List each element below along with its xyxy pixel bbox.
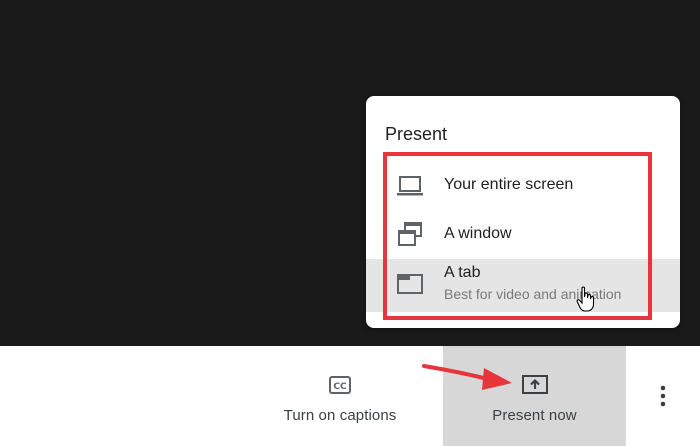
meeting-screen: Present Your entire screen A window A ta… [0,0,700,446]
present-upload-icon [521,373,549,397]
menu-item-tab-label: A tab [444,264,481,281]
tab-icon [396,270,424,298]
present-menu: Present Your entire screen A window A ta… [366,96,680,328]
more-options-button[interactable] [642,346,684,446]
svg-text:CC: CC [333,382,347,392]
present-now-button[interactable]: Present now [443,346,626,446]
menu-item-window-label: A window [444,225,512,242]
present-menu-title: Present [385,124,448,144]
menu-item-entire-screen[interactable]: Your entire screen [366,164,680,206]
more-vert-icon [660,384,666,408]
menu-item-tab-sublabel: Best for video and animation [444,286,622,302]
window-stack-icon [396,220,424,248]
bottom-toolbar: CC Turn on captions Present now [0,346,700,446]
present-now-label: Present now [492,406,577,424]
turn-on-captions-label: Turn on captions [283,406,397,424]
laptop-icon [396,172,424,200]
menu-item-tab-text: A tab Best for video and animation [444,264,621,302]
menu-item-entire-screen-label: Your entire screen [444,176,574,193]
menu-item-window[interactable]: A window [366,214,680,256]
turn-on-captions-button[interactable]: CC Turn on captions [262,346,418,446]
menu-item-tab[interactable]: A tab Best for video and animation [366,259,680,312]
cc-icon: CC [329,373,351,397]
